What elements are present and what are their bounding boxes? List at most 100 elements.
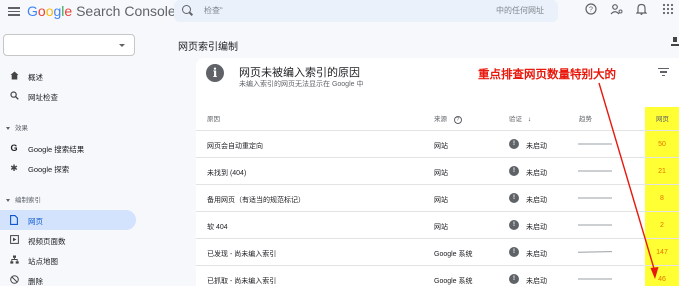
- sidebar-item-label: 站点地图: [28, 257, 58, 266]
- app-logo[interactable]: Google Search Console: [27, 3, 176, 19]
- sidebar-item-removals[interactable]: 删除: [0, 270, 136, 286]
- sidebar-item-label: Google 探索: [28, 165, 70, 174]
- page-title: 网页索引编制: [178, 42, 238, 53]
- filter-icon[interactable]: [658, 68, 669, 77]
- status-icon: !: [509, 247, 519, 257]
- table-row[interactable]: 网页会自动重定向 网站 ! 未启动 50: [196, 130, 679, 157]
- table-row[interactable]: 已发现 - 尚未编入索引 Google 系统 ! 未启动 147: [196, 238, 679, 265]
- help-icon[interactable]: ?: [453, 116, 462, 124]
- column-header-reason[interactable]: 原因: [207, 113, 220, 123]
- row-pages: 21: [658, 168, 666, 175]
- row-source: 网站: [434, 197, 448, 204]
- status-icon: !: [509, 274, 519, 284]
- column-header-label: 来源: [434, 116, 447, 123]
- card-title: 网页未被编入索引的原因: [239, 67, 360, 79]
- home-icon: [9, 71, 19, 81]
- trend-sparkline: [578, 170, 612, 172]
- users-settings-icon[interactable]: [609, 3, 623, 17]
- section-performance[interactable]: 效果: [6, 122, 28, 132]
- caret-down-icon: [6, 198, 10, 202]
- row-pages: 46: [658, 276, 666, 283]
- row-source: 网站: [434, 170, 448, 177]
- row-pages: 2: [660, 222, 664, 229]
- column-header-source[interactable]: 来源 ?: [434, 113, 462, 124]
- sidebar-item-video-pages[interactable]: 视频页面数: [0, 230, 136, 250]
- trend-sparkline: [578, 197, 612, 199]
- sidebar-item-label: 删除: [28, 277, 43, 286]
- trend-sparkline: [578, 278, 612, 280]
- url-inspect-search-input[interactable]: 检查“ 中的任何网址: [174, 0, 558, 22]
- column-header-validation[interactable]: 验证 ↓: [509, 113, 531, 123]
- google-g-icon: G: [10, 143, 18, 153]
- row-status: 未启动: [526, 197, 547, 204]
- arrow-down-icon: ↓: [527, 116, 532, 123]
- asterisk-icon: ✱: [10, 163, 18, 173]
- row-status: 未启动: [526, 170, 547, 177]
- status-icon: !: [509, 220, 519, 230]
- trend-sparkline: [578, 143, 612, 145]
- logo-product-name: Search Console: [72, 3, 176, 19]
- row-reason: 未找到 (404): [207, 170, 247, 177]
- svg-text:?: ?: [589, 7, 593, 14]
- trend-sparkline: [578, 224, 612, 226]
- sidebar-item-label: Google 搜索结果: [28, 145, 85, 154]
- remove-icon: [9, 275, 19, 285]
- row-status: 未启动: [526, 224, 547, 231]
- download-icon[interactable]: [671, 37, 679, 47]
- property-selector[interactable]: [3, 34, 135, 56]
- search-icon: [9, 91, 19, 101]
- sidebar-item-google-search[interactable]: G Google 搜索结果: [0, 138, 136, 158]
- sidebar-item-google-discover[interactable]: ✱ Google 探索: [0, 158, 136, 178]
- sitemap-icon: [9, 255, 19, 265]
- section-indexing[interactable]: 编制索引: [6, 194, 41, 204]
- row-source: Google 系统: [434, 251, 473, 258]
- top-app-bar: Google Search Console 检查“ 中的任何网址 ?: [0, 0, 679, 24]
- section-label: 编制索引: [15, 197, 41, 204]
- row-source: Google 系统: [434, 278, 473, 285]
- apps-icon[interactable]: [661, 3, 675, 17]
- row-reason: 备用网页（有适当的规范标记）: [207, 197, 305, 204]
- help-icon[interactable]: ?: [584, 3, 598, 17]
- table-row[interactable]: 备用网页（有适当的规范标记） 网站 ! 未启动 8: [196, 184, 679, 211]
- row-pages: 8: [660, 195, 664, 202]
- sidebar-item-label: 网址检查: [28, 93, 58, 102]
- logo-letter: G: [27, 3, 38, 19]
- table-row[interactable]: 已抓取 - 尚未编入索引 Google 系统 ! 未启动 46: [196, 265, 679, 286]
- search-placeholder-right: 中的任何网址: [496, 6, 544, 15]
- table-row[interactable]: 软 404 网站 ! 未启动 2: [196, 211, 679, 238]
- column-header-pages[interactable]: 网页: [656, 113, 669, 123]
- table-row[interactable]: 未找到 (404) 网站 ! 未启动 21: [196, 157, 679, 184]
- row-reason: 网页会自动重定向: [207, 143, 263, 150]
- info-icon: i: [206, 64, 224, 82]
- row-reason: 已发现 - 尚未编入索引: [207, 251, 277, 258]
- sidebar-item-label: 网页: [28, 217, 43, 226]
- status-icon: !: [509, 139, 519, 149]
- row-reason: 软 404: [207, 224, 228, 231]
- row-status: 未启动: [526, 278, 547, 285]
- video-icon: [9, 235, 19, 245]
- annotation-text: 重点排查网页数量特别大的: [478, 69, 616, 81]
- section-label: 效果: [15, 125, 28, 132]
- trend-sparkline: [578, 251, 612, 253]
- row-status: 未启动: [526, 143, 547, 150]
- sidebar-item-pages[interactable]: 网页: [0, 210, 136, 230]
- chevron-down-icon: [119, 44, 125, 47]
- sidebar-item-label: 视频页面数: [28, 237, 66, 246]
- bell-icon[interactable]: [634, 3, 648, 17]
- sidebar-item-overview[interactable]: 概述: [0, 66, 136, 86]
- row-status: 未启动: [526, 251, 547, 258]
- sidebar: 概述 网址检查 效果 G Google 搜索结果 ✱ Google 探索 编制索…: [0, 24, 168, 286]
- row-source: 网站: [434, 143, 448, 150]
- row-pages: 50: [658, 141, 666, 148]
- status-icon: !: [509, 166, 519, 176]
- menu-icon[interactable]: [8, 5, 20, 17]
- column-header-trend[interactable]: 趋势: [579, 113, 592, 123]
- row-pages: 147: [656, 249, 668, 256]
- sidebar-item-url-inspection[interactable]: 网址检查: [0, 86, 136, 106]
- column-header-label: 验证: [509, 116, 522, 123]
- sidebar-item-sitemaps[interactable]: 站点地图: [0, 250, 136, 270]
- search-placeholder-left: 检查“: [204, 6, 223, 15]
- caret-down-icon: [6, 126, 10, 130]
- search-icon: [182, 5, 191, 14]
- not-indexed-reasons-card: i 网页未被编入索引的原因 未编入索引的网页无法显示在 Google 中 重点排…: [196, 58, 679, 286]
